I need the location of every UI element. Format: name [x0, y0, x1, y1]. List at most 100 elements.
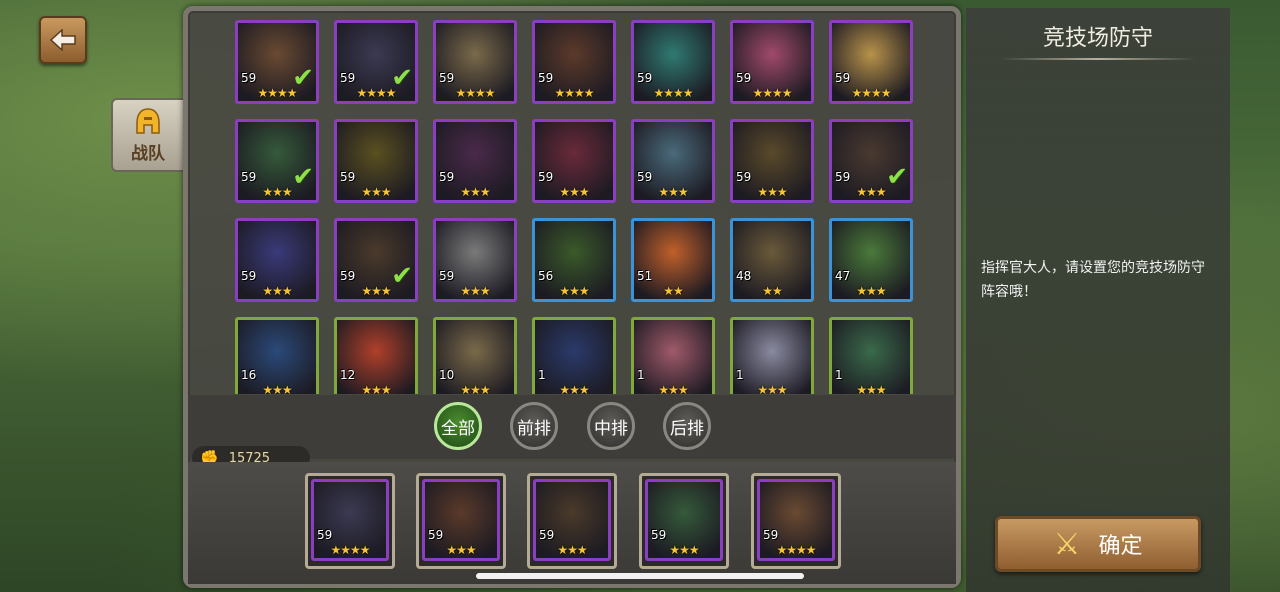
hero-level: 47 [835, 269, 851, 283]
hero-card[interactable]: 59 ★★★ [433, 218, 517, 302]
selected-check-icon: ✔ [292, 162, 314, 192]
hero-card[interactable]: 59 ★★★★ [730, 20, 814, 104]
hero-level: 59 [241, 71, 257, 85]
back-button[interactable] [39, 16, 87, 64]
filter-button[interactable]: 后排 [663, 402, 711, 450]
hero-level: 1 [835, 368, 843, 382]
hero-level: 1 [538, 368, 546, 382]
star-rating-icon: ★★ [663, 284, 684, 298]
confirm-button[interactable]: ⚔ 确定 [995, 516, 1201, 572]
star-rating-icon: ★★★ [757, 185, 787, 199]
star-rating-icon: ★★★★ [851, 86, 891, 100]
hero-card[interactable]: 51 ★★ [631, 218, 715, 302]
hero-card[interactable]: 59 ★★★ [532, 119, 616, 203]
hero-card[interactable]: 59 ★★★ [422, 479, 500, 561]
side-panel-description: 指挥官大人，请设置您的竞技场防守阵容哦！ [981, 260, 1205, 300]
hero-card[interactable]: 1 ★★★ [631, 317, 715, 394]
hero-card[interactable]: 1 ★★★ [730, 317, 814, 394]
star-rating-icon: ★★★ [460, 383, 490, 394]
hero-level: 59 [539, 528, 555, 542]
team-slot[interactable]: 59 ★★★ [527, 473, 617, 569]
hero-level: 59 [736, 170, 752, 184]
filter-button[interactable]: 前排 [510, 402, 558, 450]
hero-level: 59 [340, 269, 356, 283]
star-rating-icon: ★★★ [856, 383, 886, 394]
hero-level: 59 [241, 170, 257, 184]
hero-card[interactable]: 59 ★★★★ [311, 479, 389, 561]
hero-card[interactable]: 59 ★★★★ ✔ [334, 20, 418, 104]
star-rating-icon: ★★ [762, 284, 783, 298]
star-rating-icon: ★★★ [361, 383, 391, 394]
star-rating-icon: ★★★ [262, 284, 292, 298]
hero-card[interactable]: 16 ★★★ [235, 317, 319, 394]
star-rating-icon: ★★★ [460, 284, 490, 298]
hero-roster-grid[interactable]: 59 ★★★★ ✔ 59 ★★★★ ✔ 59 ★★★★ 59 ★★★★ 59 ★★★★ 59 ★★★★ 59… [195, 16, 947, 394]
crossed-swords-icon: ⚔ [1053, 526, 1081, 562]
side-panel-title: 竞技场防守 [1042, 26, 1153, 51]
hero-card[interactable]: 59 ★★★ [631, 119, 715, 203]
hero-card[interactable]: 59 ★★★ [433, 119, 517, 203]
hero-card[interactable]: 59 ★★★ [235, 218, 319, 302]
hero-level: 59 [439, 269, 455, 283]
star-rating-icon: ★★★ [559, 284, 589, 298]
hero-card[interactable]: 59 ★★★★ [829, 20, 913, 104]
hero-card[interactable]: 59 ★★★ ✔ [829, 119, 913, 203]
hero-card[interactable]: 59 ★★★★ [631, 20, 715, 104]
hero-card[interactable]: 12 ★★★ [334, 317, 418, 394]
star-rating-icon: ★★★★ [776, 543, 816, 557]
hero-card[interactable]: 59 ★★★★ [532, 20, 616, 104]
team-slot[interactable]: 59 ★★★ [639, 473, 729, 569]
star-rating-icon: ★★★★ [554, 86, 594, 100]
home-indicator [476, 573, 804, 579]
hero-level: 59 [428, 528, 444, 542]
star-rating-icon: ★★★★ [455, 86, 495, 100]
hero-card[interactable]: 59 ★★★ [334, 119, 418, 203]
team-tab[interactable]: 战队 [111, 98, 185, 172]
hero-card[interactable]: 59 ★★★★ ✔ [235, 20, 319, 104]
star-rating-icon: ★★★ [856, 284, 886, 298]
hero-card[interactable]: 1 ★★★ [532, 317, 616, 394]
team-slot[interactable]: 59 ★★★ [416, 473, 506, 569]
hero-level: 59 [637, 170, 653, 184]
hero-card[interactable]: 48 ★★ [730, 218, 814, 302]
hero-level: 59 [835, 170, 851, 184]
hero-card[interactable]: 59 ★★★★ [757, 479, 835, 561]
selected-check-icon: ✔ [292, 63, 314, 93]
team-slot[interactable]: 59 ★★★★ [751, 473, 841, 569]
hero-level: 59 [340, 71, 356, 85]
hero-card[interactable]: 59 ★★★ [645, 479, 723, 561]
star-rating-icon: ★★★ [669, 543, 699, 557]
hero-card[interactable]: 56 ★★★ [532, 218, 616, 302]
star-rating-icon: ★★★ [658, 383, 688, 394]
star-rating-icon: ★★★ [559, 185, 589, 199]
hero-card[interactable]: 1 ★★★ [829, 317, 913, 394]
hero-level: 59 [736, 71, 752, 85]
filter-button[interactable]: 全部 [434, 402, 482, 450]
star-rating-icon: ★★★ [446, 543, 476, 557]
hero-level: 59 [340, 170, 356, 184]
hero-level: 59 [439, 170, 455, 184]
hero-card[interactable]: 59 ★★★ [533, 479, 611, 561]
hero-card[interactable]: 47 ★★★ [829, 218, 913, 302]
star-rating-icon: ★★★ [262, 383, 292, 394]
hero-level: 10 [439, 368, 455, 382]
star-rating-icon: ★★★ [658, 185, 688, 199]
hero-card[interactable]: 59 ★★★ ✔ [334, 218, 418, 302]
selected-check-icon: ✔ [391, 261, 413, 291]
back-arrow-icon [50, 29, 76, 51]
team-tab-label: 战队 [131, 143, 165, 164]
team-slot[interactable]: 59 ★★★★ [305, 473, 395, 569]
hero-level: 59 [317, 528, 333, 542]
star-rating-icon: ★★★★ [752, 86, 792, 100]
star-rating-icon: ★★★ [460, 185, 490, 199]
hero-card[interactable]: 59 ★★★ ✔ [235, 119, 319, 203]
hero-level: 59 [637, 71, 653, 85]
hero-card[interactable]: 59 ★★★★ [433, 20, 517, 104]
hero-level: 59 [538, 170, 554, 184]
hero-card[interactable]: 10 ★★★ [433, 317, 517, 394]
filter-button[interactable]: 中排 [587, 402, 635, 450]
hero-card[interactable]: 59 ★★★ [730, 119, 814, 203]
star-rating-icon: ★★★ [757, 383, 787, 394]
hero-level: 48 [736, 269, 752, 283]
hero-level: 51 [637, 269, 653, 283]
